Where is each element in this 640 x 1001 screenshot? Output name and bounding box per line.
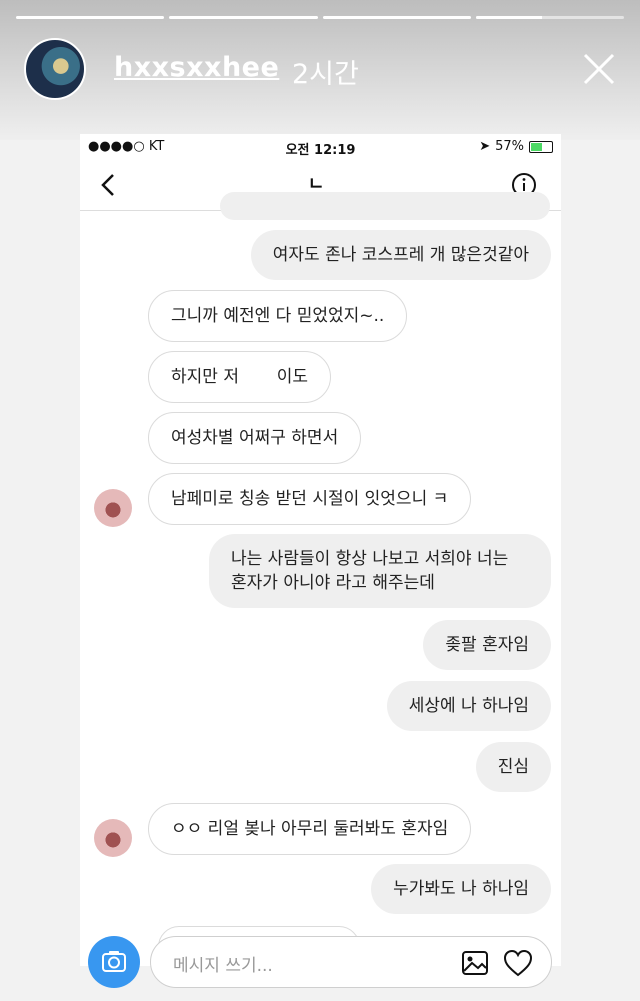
battery-status: ➤ 57% (479, 139, 553, 154)
phone-status-bar: ●●●●○ KT 오전 12:19 ➤ 57% (80, 134, 561, 160)
progress-segment (169, 16, 318, 19)
received-message: 그니까 예전엔 다 믿었었지~.. (148, 290, 408, 342)
story-progress-bar (16, 16, 624, 19)
progress-segment (16, 16, 165, 19)
received-message: ㅇㅇ 리얼 봊나 아무리 둘러봐도 혼자임 (148, 803, 472, 855)
story-username[interactable]: hxxsxxhee (114, 52, 279, 83)
dm-screenshot: ●●●●○ KT 오전 12:19 ➤ 57% ㄴ_ 여자도 존나 코스프레 개… (80, 134, 561, 966)
progress-segment-current (475, 16, 624, 19)
location-icon: ➤ (479, 139, 491, 154)
sender-avatar[interactable] (94, 819, 132, 857)
message-composer: 메시지 쓰기... (88, 936, 552, 988)
sent-message: 여자도 존나 코스프레 개 많은것같아 (250, 230, 551, 280)
gallery-icon[interactable] (461, 949, 489, 977)
battery-percent: 57% (495, 139, 524, 154)
sent-message: 세상에 나 하나임 (386, 681, 551, 731)
message-placeholder: 메시지 쓰기... (173, 956, 273, 976)
heart-icon[interactable] (503, 949, 533, 977)
camera-icon (102, 951, 126, 972)
story-header: hxxsxxhee 2시간 (24, 38, 616, 100)
received-message: 하지만 저 이도 (148, 351, 332, 403)
progress-segment (322, 16, 471, 19)
sent-message: 진심 (475, 742, 551, 792)
camera-button[interactable] (88, 936, 140, 988)
close-icon[interactable] (582, 52, 616, 86)
received-message: 여성차별 어쩌구 하면서 (148, 412, 362, 464)
sent-message: 좆팔 혼자임 (423, 620, 551, 670)
avatar[interactable] (24, 38, 86, 100)
battery-icon (529, 140, 553, 153)
message-input[interactable]: 메시지 쓰기... (150, 936, 552, 988)
sent-message: 누가봐도 나 하나임 (371, 864, 551, 914)
received-message: 남페미로 칭송 받던 시절이 잇엇으니 ㅋ (148, 473, 472, 525)
partial-message-bubble (220, 192, 550, 220)
sent-message: 나는 사람들이 항상 나보고 서희야 너는 혼자가 아니야 라고 해주는데 (209, 534, 551, 608)
story-time-ago: 2시간 (292, 59, 359, 90)
sender-avatar[interactable] (94, 489, 132, 527)
